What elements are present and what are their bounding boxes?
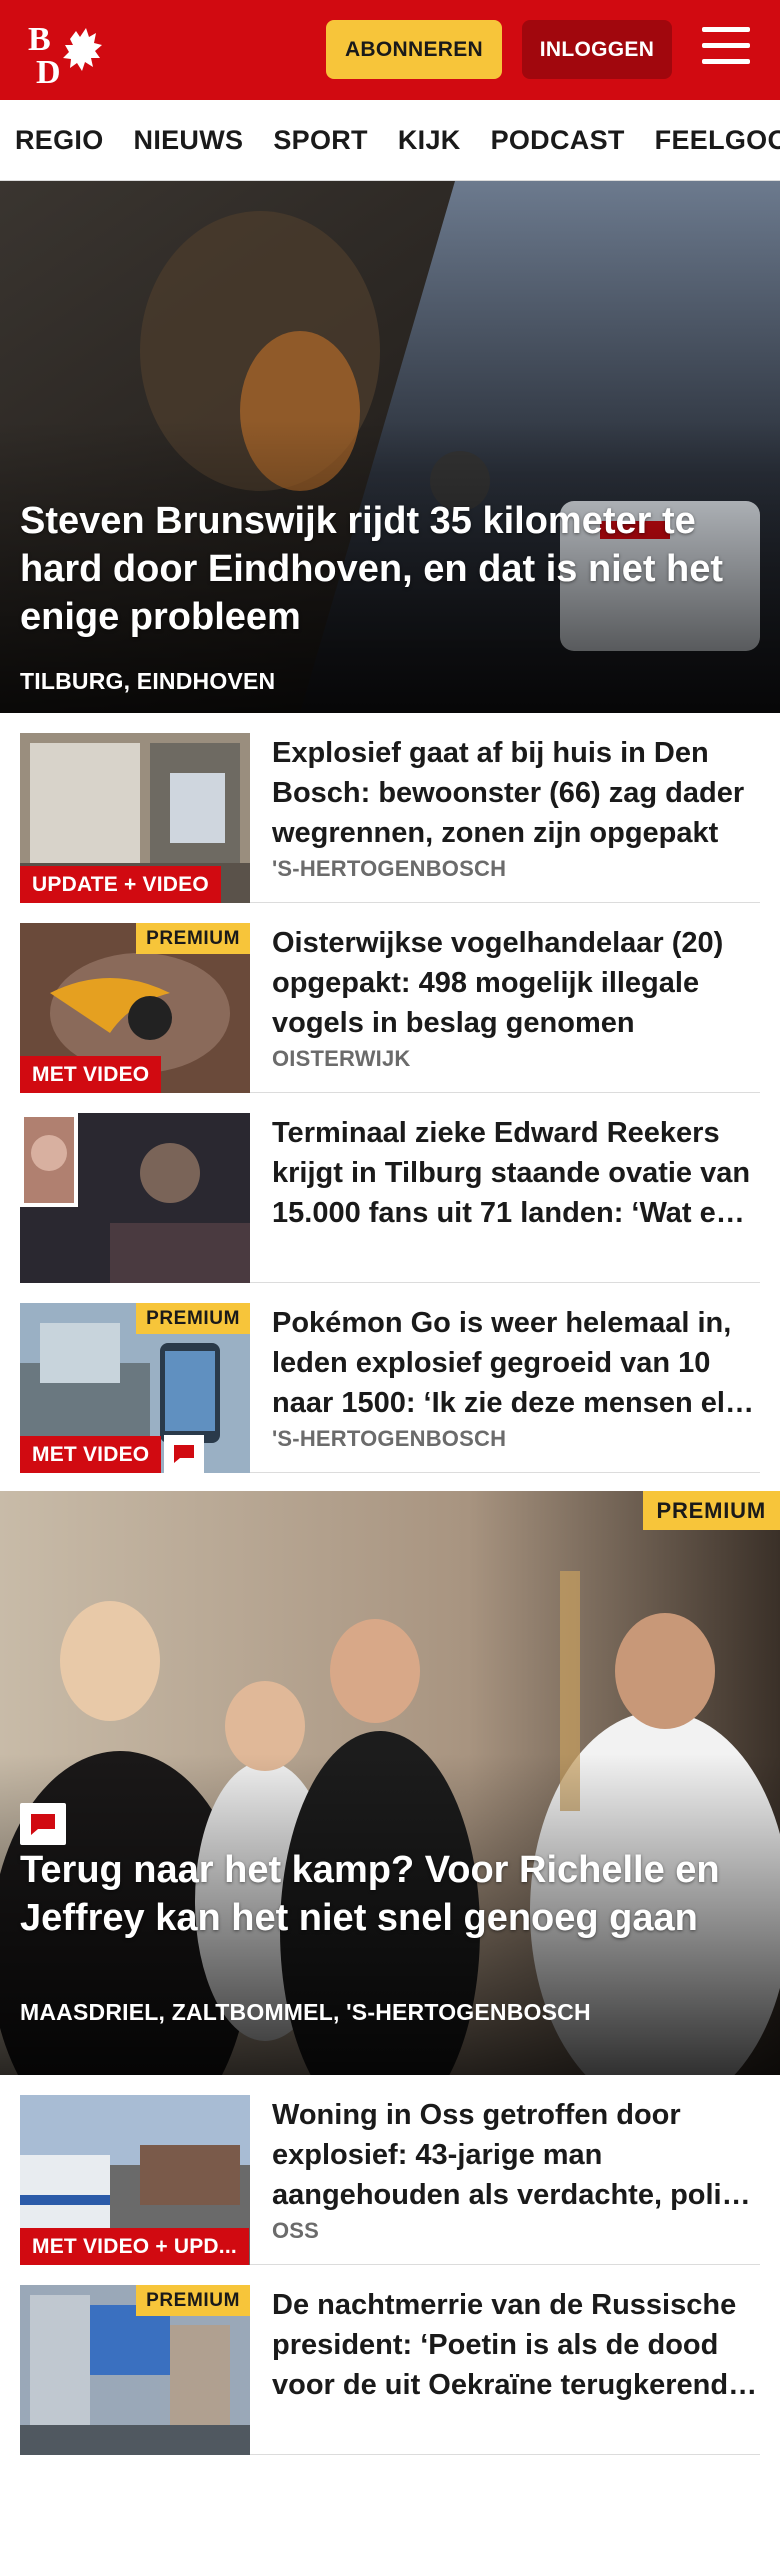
comment-icon bbox=[20, 1803, 66, 1845]
article-thumbnail: UPDATE + VIDEO bbox=[20, 733, 250, 903]
video-tag: UPDATE + VIDEO bbox=[20, 866, 221, 903]
nav-item-regio[interactable]: REGIO bbox=[15, 125, 104, 156]
hero-headline[interactable]: Steven Brunswijk rijdt 35 kilometer te h… bbox=[20, 497, 760, 641]
comment-icon bbox=[164, 1435, 204, 1473]
nav-item-feelgood[interactable]: FEELGOOD bbox=[655, 125, 780, 156]
video-tag: MET VIDEO bbox=[20, 1436, 162, 1473]
article-location: OSS bbox=[272, 2218, 320, 2243]
hero-article[interactable]: Steven Brunswijk rijdt 35 kilometer te h… bbox=[0, 181, 780, 713]
section-nav: REGIO NIEUWS SPORT KIJK PODCAST FEELGOOD… bbox=[0, 100, 780, 181]
article-headline[interactable]: Explosief gaat af bij huis in Den Bosch:… bbox=[272, 733, 760, 853]
featured-location: MAASDRIEL, ZALTBOMMEL, 'S-HERTOGENBOSCH bbox=[20, 1999, 591, 2025]
article-item[interactable]: Terminaal zieke Edward Reekers krijgt in… bbox=[20, 1093, 760, 1283]
article-thumbnail: PREMIUM MET VIDEO bbox=[20, 923, 250, 1093]
featured-article[interactable]: PREMIUM Terug naar het kamp? Voor Richel… bbox=[0, 1491, 780, 2075]
article-item[interactable]: PREMIUM MET VIDEO Oisterwijkse vogelhand… bbox=[20, 903, 760, 1093]
article-item[interactable]: MET VIDEO + UPD... Woning in Oss getroff… bbox=[20, 2075, 760, 2265]
article-headline[interactable]: Pokémon Go is weer helemaal in, leden ex… bbox=[272, 1303, 760, 1423]
nav-item-sport[interactable]: SPORT bbox=[273, 125, 368, 156]
article-list-bottom: MET VIDEO + UPD... Woning in Oss getroff… bbox=[0, 2075, 780, 2455]
svg-text:D: D bbox=[36, 54, 61, 87]
premium-badge: PREMIUM bbox=[136, 1303, 250, 1334]
article-thumbnail: MET VIDEO + UPD... bbox=[20, 2095, 250, 2265]
bd-logo[interactable]: B D bbox=[26, 17, 116, 87]
premium-badge: PREMIUM bbox=[136, 2285, 250, 2316]
svg-text:B: B bbox=[28, 21, 51, 58]
hamburger-icon[interactable] bbox=[702, 27, 750, 71]
article-location: 'S-HERTOGENBOSCH bbox=[272, 856, 507, 881]
nav-item-podcast[interactable]: PODCAST bbox=[491, 125, 625, 156]
article-location: 'S-HERTOGENBOSCH bbox=[272, 1426, 507, 1451]
nav-item-kijk[interactable]: KIJK bbox=[398, 125, 461, 156]
featured-headline[interactable]: Terug naar het kamp? Voor Richelle en Je… bbox=[20, 1846, 760, 1942]
thumbnail-image bbox=[20, 1113, 250, 1283]
article-item[interactable]: UPDATE + VIDEO Explosief gaat af bij hui… bbox=[20, 713, 760, 903]
article-headline[interactable]: Woning in Oss getroffen door explosief: … bbox=[272, 2095, 760, 2215]
video-tag: MET VIDEO bbox=[20, 1056, 162, 1093]
article-headline[interactable]: De nachtmerrie van de Russische presiden… bbox=[272, 2285, 760, 2405]
article-list-top: UPDATE + VIDEO Explosief gaat af bij hui… bbox=[0, 713, 780, 1473]
article-thumbnail: PREMIUM MET VIDEO bbox=[20, 1303, 250, 1473]
hero-location: TILBURG, EINDHOVEN bbox=[20, 668, 276, 694]
nav-item-nieuws[interactable]: NIEUWS bbox=[134, 125, 244, 156]
article-location: OISTERWIJK bbox=[272, 1046, 411, 1071]
article-headline[interactable]: Oisterwijkse vogelhandelaar (20) opgepak… bbox=[272, 923, 760, 1043]
article-thumbnail: PREMIUM bbox=[20, 2285, 250, 2455]
site-header: B D ABONNEREN INLOGGEN bbox=[0, 0, 780, 100]
video-tag: MET VIDEO + UPD... bbox=[20, 2228, 249, 2265]
login-button[interactable]: INLOGGEN bbox=[522, 20, 672, 79]
featured-image bbox=[0, 1491, 780, 2075]
premium-badge: PREMIUM bbox=[642, 1491, 780, 1530]
article-thumbnail bbox=[20, 1113, 250, 1283]
premium-badge: PREMIUM bbox=[136, 923, 250, 954]
article-item[interactable]: PREMIUM De nachtmerrie van de Russische … bbox=[20, 2265, 760, 2455]
article-headline[interactable]: Terminaal zieke Edward Reekers krijgt in… bbox=[272, 1113, 760, 1233]
article-item[interactable]: PREMIUM MET VIDEO Pokémon Go is weer hel… bbox=[20, 1283, 760, 1473]
subscribe-button[interactable]: ABONNEREN bbox=[326, 20, 502, 79]
